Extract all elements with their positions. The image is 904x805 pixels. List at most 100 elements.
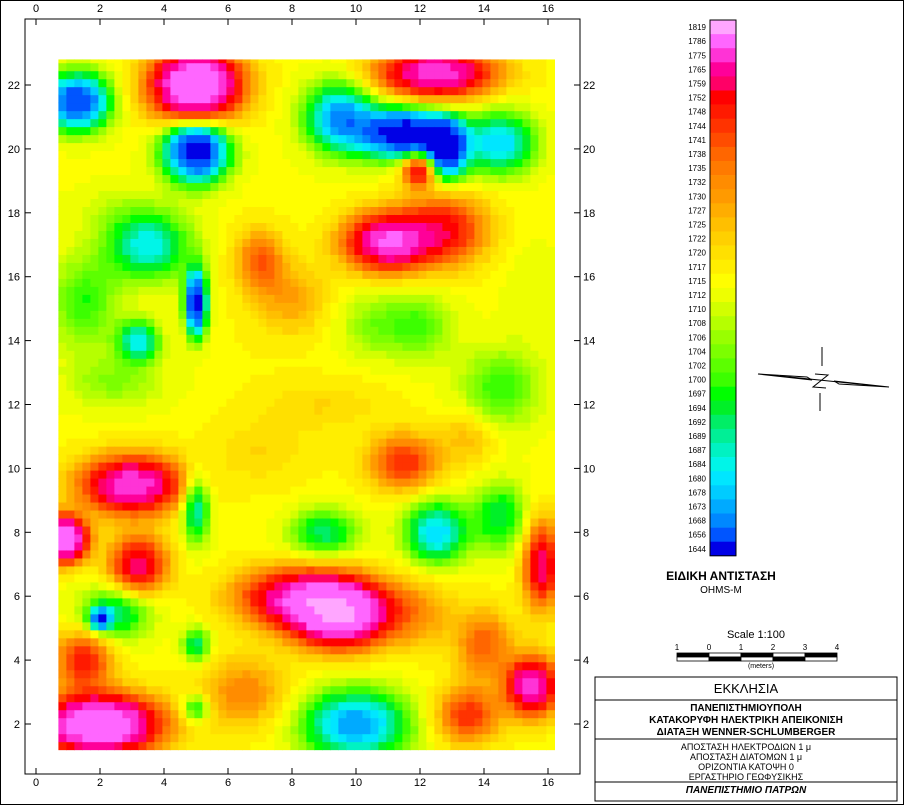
heatmap-cell (274, 382, 283, 391)
heatmap-cell (290, 645, 299, 655)
heatmap-cell (298, 278, 307, 287)
heatmap-cell (106, 517, 115, 527)
heatmap-cell (98, 94, 107, 104)
heatmap-cell (130, 597, 139, 607)
heatmap-cell (450, 310, 459, 319)
heatmap-cell (378, 182, 387, 192)
heatmap-cell (202, 597, 211, 607)
heatmap-cell (82, 70, 91, 80)
heatmap-cell (282, 254, 291, 263)
heatmap-cell (282, 741, 291, 751)
heatmap-cell (474, 198, 483, 208)
heatmap-cell (106, 629, 115, 639)
heatmap-cell (410, 557, 419, 567)
heatmap-cell (82, 118, 91, 128)
heatmap-cell (258, 621, 267, 631)
heatmap-cell (186, 182, 195, 192)
heatmap-cell (154, 406, 163, 415)
heatmap-cell (226, 238, 235, 247)
heatmap-cell (442, 509, 451, 519)
heatmap-cell (210, 446, 219, 455)
heatmap-cell (402, 374, 411, 383)
heatmap-cell (154, 150, 163, 160)
heatmap-cell (186, 589, 195, 599)
heatmap-cell (298, 246, 307, 255)
heatmap-cell (66, 589, 75, 599)
heatmap-cell (274, 62, 283, 72)
heatmap-cell (322, 501, 331, 511)
heatmap-cell (58, 206, 67, 215)
heatmap-cell (114, 438, 123, 447)
heatmap-cell (450, 741, 459, 751)
heatmap-cell (498, 605, 507, 615)
heatmap-cell (498, 110, 507, 120)
heatmap-cell (258, 470, 267, 479)
heatmap-cell (266, 118, 275, 128)
heatmap-cell (146, 270, 155, 279)
heatmap-cell (122, 629, 131, 639)
heatmap-cell (498, 86, 507, 96)
heatmap-cell (482, 422, 491, 431)
heatmap-cell (210, 693, 219, 703)
heatmap-cell (434, 525, 443, 535)
heatmap-cell (98, 222, 107, 231)
heatmap-cell (418, 438, 427, 447)
heatmap-cell (386, 174, 395, 184)
heatmap-cell (394, 230, 403, 239)
heatmap-cell (498, 525, 507, 535)
heatmap-cell (410, 422, 419, 431)
heatmap-cell (130, 86, 139, 96)
heatmap-cell (346, 150, 355, 160)
heatmap-cell (210, 59, 219, 64)
heatmap-cell (282, 549, 291, 559)
heatmap-cell (266, 637, 275, 647)
heatmap-cell (490, 509, 499, 519)
heatmap-cell (298, 645, 307, 655)
heatmap-cell (178, 613, 187, 623)
heatmap-cell (466, 398, 475, 407)
heatmap-cell (282, 350, 291, 359)
heatmap-cell (442, 190, 451, 200)
heatmap-cell (138, 310, 147, 319)
heatmap-cell (386, 398, 395, 407)
heatmap-cell (362, 653, 371, 663)
heatmap-cell (442, 286, 451, 295)
heatmap-cell (122, 118, 131, 128)
heatmap-cell (138, 86, 147, 96)
heatmap-cell (234, 501, 243, 511)
heatmap-cell (66, 358, 75, 367)
heatmap-cell (386, 134, 395, 144)
heatmap-cell (58, 629, 67, 639)
heatmap-cell (146, 597, 155, 607)
heatmap-cell (82, 158, 91, 168)
heatmap-cell (314, 501, 323, 511)
heatmap-cell (114, 677, 123, 687)
heatmap-cell (282, 342, 291, 351)
heatmap-cell (98, 374, 107, 383)
heatmap-cell (322, 597, 331, 607)
heatmap-cell (506, 190, 515, 200)
heatmap-cell (250, 581, 259, 591)
heatmap-cell (338, 589, 347, 599)
heatmap-cell (274, 182, 283, 192)
heatmap-cell (266, 238, 275, 247)
heatmap-cell (234, 509, 243, 519)
heatmap-cell (210, 78, 219, 88)
heatmap-cell (90, 741, 99, 751)
heatmap-cell (466, 653, 475, 663)
heatmap-cell (314, 565, 323, 575)
heatmap-cell (202, 374, 211, 383)
heatmap-cell (402, 158, 411, 168)
heatmap-cell (74, 374, 83, 383)
heatmap-cell (514, 661, 523, 671)
heatmap-cell (394, 629, 403, 639)
heatmap-cell (98, 382, 107, 391)
heatmap-cell (426, 438, 435, 447)
heatmap-cell (138, 190, 147, 200)
heatmap-cell (154, 358, 163, 367)
heatmap-cell (154, 677, 163, 687)
heatmap-cell (170, 741, 179, 751)
heatmap-cell (482, 246, 491, 255)
heatmap-cell (394, 637, 403, 647)
heatmap-cell (138, 629, 147, 639)
